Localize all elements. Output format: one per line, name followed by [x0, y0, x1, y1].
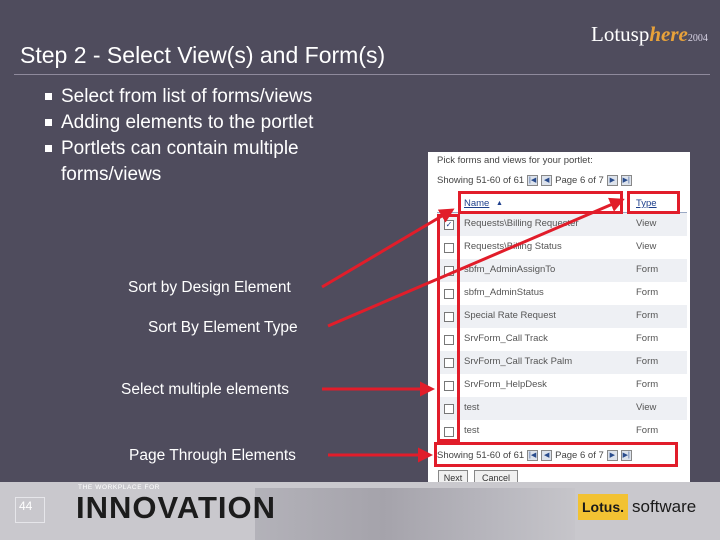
lotus-logo: Lotus.	[578, 494, 628, 520]
arrow-sort-design	[321, 208, 455, 289]
footer-decorative-art	[255, 488, 575, 540]
arrow-sort-type	[327, 197, 625, 328]
innovation-logo: INNOVATION	[76, 490, 277, 525]
page-number: 44	[15, 497, 45, 523]
software-wordmark: software	[632, 497, 697, 516]
callout-arrows	[321, 197, 625, 463]
